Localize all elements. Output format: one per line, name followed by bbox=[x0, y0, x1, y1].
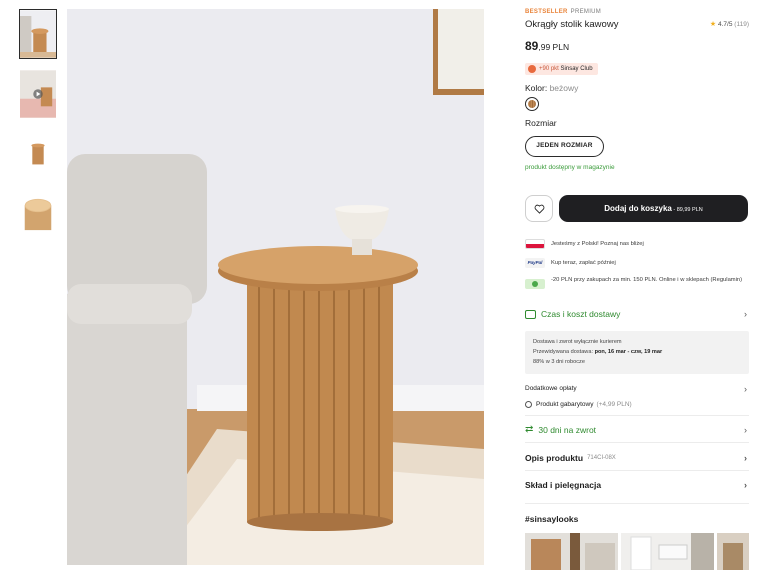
rating-count: (119) bbox=[734, 21, 749, 28]
color-label: Kolor: beżowy bbox=[525, 83, 578, 93]
coffee-table-photo bbox=[67, 9, 484, 565]
composition-label: Skład i pielęgnacja bbox=[525, 480, 602, 490]
truck-icon bbox=[525, 309, 536, 319]
rating[interactable]: ★ 4.7/5 (119) bbox=[710, 20, 749, 28]
delivery-toggle[interactable]: Czas i koszt dostawy › bbox=[525, 309, 749, 319]
price-dec: ,99 bbox=[538, 42, 551, 52]
returns-row[interactable]: ⇄ 30 dni na zwrot › bbox=[525, 424, 749, 435]
oversize-row: Produkt gabarytowy (+4,99 PLN) bbox=[525, 401, 749, 408]
product-code: 714CI-08X bbox=[587, 455, 616, 461]
thumbnail-3[interactable] bbox=[19, 129, 57, 179]
delivery-line-3: 88% w 3 dni robocze bbox=[533, 359, 585, 365]
gift-icon bbox=[525, 279, 545, 289]
club-name: Sinsay Club bbox=[558, 66, 593, 72]
thumbnail-2[interactable] bbox=[19, 69, 57, 119]
composition-row[interactable]: Skład i pielęgnacja › bbox=[525, 480, 749, 490]
oversize-label: Produkt gabarytowy bbox=[536, 401, 594, 408]
club-icon bbox=[528, 65, 536, 73]
size-label: Rozmiar bbox=[525, 118, 557, 128]
cart-label: Dodaj do koszyka bbox=[604, 204, 672, 213]
extra-fees-label: Dodatkowe opłaty bbox=[525, 385, 577, 392]
club-points: +90 pkt bbox=[539, 66, 559, 72]
stock-status: produkt dostępny w magazynie bbox=[525, 164, 615, 171]
bestseller-badge: BESTSELLER bbox=[525, 9, 568, 15]
price-int: 89 bbox=[525, 39, 539, 53]
thumbnail-list bbox=[19, 9, 59, 249]
video-thumb bbox=[20, 70, 56, 118]
divider bbox=[525, 503, 749, 504]
perk-text: -20 PLN przy zakupach za min. 150 PLN. O… bbox=[551, 277, 743, 283]
table-top-thumb bbox=[20, 190, 56, 238]
description-label: Opis produktu bbox=[525, 453, 584, 463]
thumbnail-1[interactable] bbox=[19, 9, 57, 59]
product-title: Okrągły stolik kawowy bbox=[525, 19, 619, 30]
table-front-thumb bbox=[20, 130, 56, 178]
chevron-right-icon: › bbox=[744, 480, 747, 490]
main-product-image[interactable] bbox=[67, 9, 484, 565]
color-label-text: Kolor: bbox=[525, 83, 550, 93]
rating-value: 4.7/5 bbox=[718, 21, 733, 28]
thumbnail-4[interactable] bbox=[19, 189, 57, 239]
color-value: beżowy bbox=[549, 83, 579, 93]
delivery-prefix: Przewidywana dostawa: bbox=[533, 349, 595, 355]
star-icon: ★ bbox=[709, 21, 717, 28]
club-points-badge: +90 pkt Sinsay Club bbox=[525, 63, 598, 75]
poland-flag-icon bbox=[525, 239, 545, 249]
perk-text: Kup teraz, zapłać później bbox=[551, 260, 616, 266]
size-option-button[interactable]: JEDEN ROZMIAR bbox=[525, 136, 604, 157]
look-image-3[interactable] bbox=[717, 533, 749, 570]
price: 89,99 PLN bbox=[525, 39, 569, 53]
look-image-1[interactable] bbox=[525, 533, 618, 570]
look-image-2[interactable] bbox=[621, 533, 714, 570]
delivery-dates: pon, 16 mar - czw, 19 mar bbox=[594, 349, 663, 355]
returns-label: 30 dni na zwrot bbox=[538, 424, 597, 435]
cart-price: - 89,99 PLN bbox=[671, 207, 703, 213]
extra-fees-row[interactable]: Dodatkowe opłaty › bbox=[525, 383, 749, 394]
color-swatch-beige[interactable] bbox=[525, 97, 539, 111]
table-lifestyle-thumb bbox=[20, 10, 56, 58]
delivery-line-2: Przewidywana dostawa: pon, 16 mar - czw,… bbox=[533, 347, 741, 357]
wood-swatch-icon bbox=[528, 100, 536, 108]
paypal-icon: PayPal bbox=[525, 258, 545, 268]
delivery-info: Dostawa i zwrot wyłącznie kurierem Przew… bbox=[525, 331, 749, 374]
info-icon bbox=[525, 401, 532, 408]
delivery-line-1: Dostawa i zwrot wyłącznie kurierem bbox=[533, 339, 622, 345]
chevron-right-icon: › bbox=[744, 309, 747, 319]
chevron-right-icon: › bbox=[744, 383, 747, 394]
return-arrow-icon: ⇄ bbox=[525, 424, 534, 435]
premium-badge: PREMIUM bbox=[570, 9, 602, 15]
perk-text: Jesteśmy z Polski! Poznaj nas bliżej bbox=[551, 241, 644, 247]
chevron-right-icon: › bbox=[744, 424, 747, 435]
delivery-title: Czas i koszt dostawy bbox=[541, 309, 621, 319]
looks-heading: #sinsaylooks bbox=[525, 514, 579, 524]
chevron-right-icon: › bbox=[744, 453, 747, 463]
heart-icon bbox=[534, 204, 544, 214]
looks-gallery bbox=[525, 533, 749, 570]
oversize-fee: (+4,99 PLN) bbox=[596, 401, 632, 408]
description-row[interactable]: Opis produktu 714CI-08X › bbox=[525, 453, 749, 463]
divider bbox=[525, 470, 749, 471]
divider bbox=[525, 442, 749, 443]
badges: BESTSELLER PREMIUM bbox=[525, 9, 601, 15]
divider bbox=[525, 415, 749, 416]
price-currency: PLN bbox=[550, 42, 570, 52]
add-to-cart-button[interactable]: Dodaj do koszyka - 89,99 PLN bbox=[559, 195, 748, 222]
wishlist-button[interactable] bbox=[525, 195, 553, 222]
